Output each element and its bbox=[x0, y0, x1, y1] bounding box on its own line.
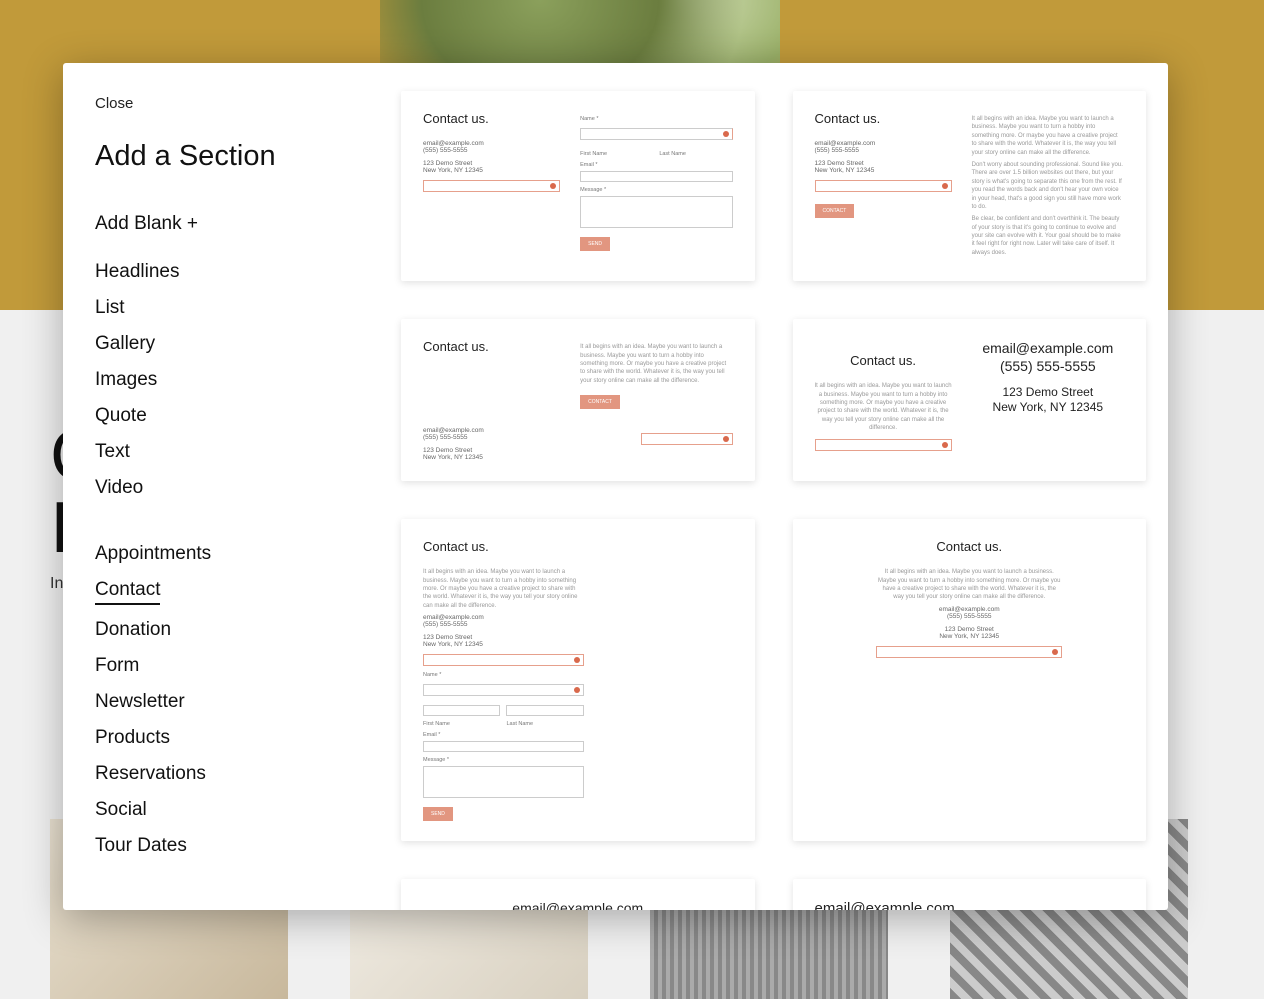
category-contact[interactable]: Contact bbox=[95, 579, 160, 605]
preview-grid: Contact us. email@example.com (555) 555-… bbox=[401, 91, 1146, 910]
category-quote[interactable]: Quote bbox=[95, 405, 147, 427]
category-products[interactable]: Products bbox=[95, 727, 170, 749]
preview-addr2: New York, NY 12345 bbox=[423, 167, 560, 174]
close-button[interactable]: Close bbox=[95, 95, 383, 112]
category-list[interactable]: Add Blank + Headlines List Gallery Images Qu… bbox=[95, 213, 383, 890]
modal-sidebar: Close Add a Section Add Blank + Headline… bbox=[63, 63, 383, 910]
contact-preview-4[interactable]: Contact us. It all begins with an idea. … bbox=[793, 319, 1147, 481]
preview-email: email@example.com bbox=[423, 140, 560, 147]
category-images[interactable]: Images bbox=[95, 369, 157, 391]
category-list[interactable]: List bbox=[95, 297, 125, 319]
category-gallery[interactable]: Gallery bbox=[95, 333, 155, 355]
add-blank-button[interactable]: Add Blank + bbox=[95, 213, 375, 235]
contact-preview-7[interactable]: email@example.com (555) 555-5555 123 Dem… bbox=[401, 879, 755, 910]
category-headlines[interactable]: Headlines bbox=[95, 261, 180, 283]
preview-heading: Contact us. bbox=[423, 111, 560, 126]
contact-preview-3[interactable]: Contact us. It all begins with an idea. … bbox=[401, 319, 755, 481]
section-preview-area[interactable]: Contact us. email@example.com (555) 555-… bbox=[383, 63, 1168, 910]
contact-preview-8[interactable]: email@example.com (555) 555-5555 123 Dem… bbox=[793, 879, 1147, 910]
category-text[interactable]: Text bbox=[95, 441, 130, 463]
category-reservations[interactable]: Reservations bbox=[95, 763, 206, 785]
category-appointments[interactable]: Appointments bbox=[95, 543, 211, 565]
bg-subtitle: In bbox=[50, 575, 63, 593]
preview-phone: (555) 555-5555 bbox=[423, 147, 560, 154]
category-newsletter[interactable]: Newsletter bbox=[95, 691, 185, 713]
contact-preview-1[interactable]: Contact us. email@example.com (555) 555-… bbox=[401, 91, 755, 281]
category-donation[interactable]: Donation bbox=[95, 619, 171, 641]
category-tour-dates[interactable]: Tour Dates bbox=[95, 835, 187, 857]
contact-preview-6[interactable]: Contact us. It all begins with an idea. … bbox=[793, 519, 1147, 841]
add-section-modal: Close Add a Section Add Blank + Headline… bbox=[63, 63, 1168, 910]
modal-title: Add a Section bbox=[95, 140, 383, 173]
category-social[interactable]: Social bbox=[95, 799, 147, 821]
preview-addr1: 123 Demo Street bbox=[423, 160, 560, 167]
category-form[interactable]: Form bbox=[95, 655, 139, 677]
category-video[interactable]: Video bbox=[95, 477, 143, 499]
contact-preview-5[interactable]: Contact us. It all begins with an idea. … bbox=[401, 519, 755, 841]
contact-preview-2[interactable]: Contact us. email@example.com (555) 555-… bbox=[793, 91, 1147, 281]
